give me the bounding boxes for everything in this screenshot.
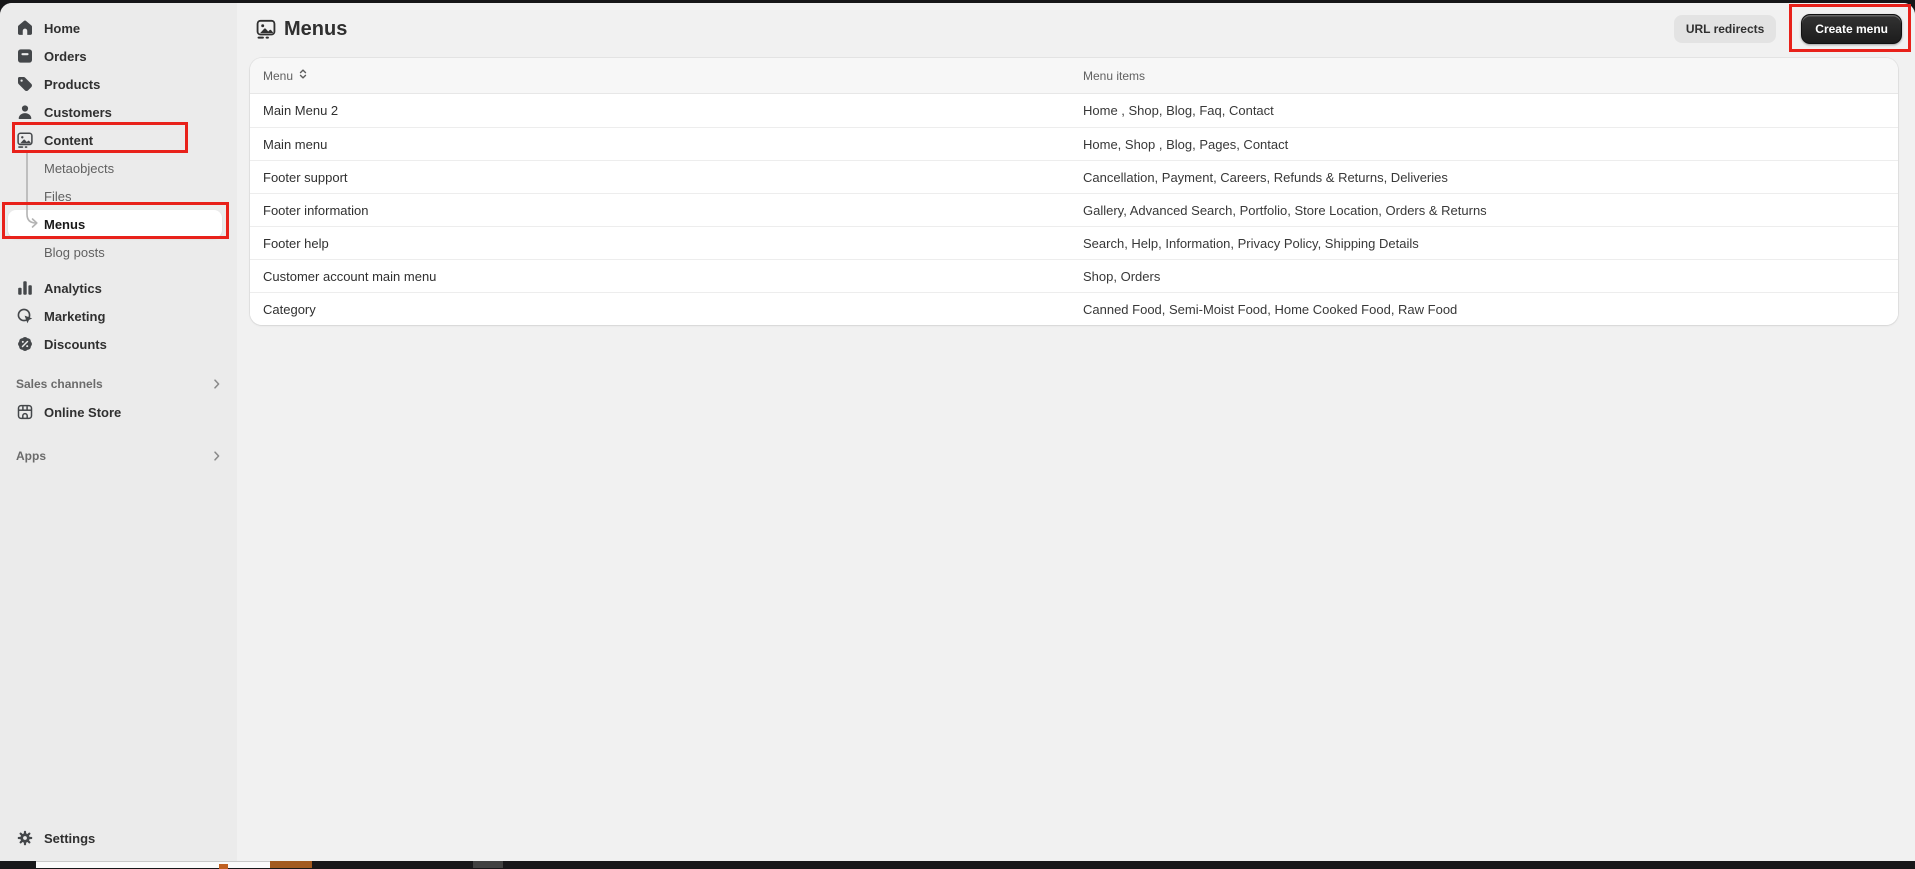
sidebar-item-discounts[interactable]: Discounts: [0, 330, 237, 358]
menu-items-cell: Canned Food, Semi-Moist Food, Home Cooke…: [1083, 302, 1898, 317]
menu-items-cell: Cancellation, Payment, Careers, Refunds …: [1083, 170, 1898, 185]
online-store-icon: [16, 403, 34, 421]
sidebar-item-label: Blog posts: [44, 245, 105, 260]
sidebar-item-blog-posts[interactable]: Blog posts: [0, 238, 237, 266]
sidebar-item-label: Settings: [44, 831, 95, 846]
sidebar-item-label: Marketing: [44, 309, 105, 324]
sidebar-item-label: Customers: [44, 105, 112, 120]
section-label-text: Sales channels: [16, 377, 103, 391]
sidebar: Home Orders Products Customers: [0, 3, 237, 861]
sidebar-item-label: Menus: [44, 217, 85, 232]
sidebar-item-home[interactable]: Home: [0, 14, 237, 42]
sidebar-section-apps[interactable]: Apps: [0, 442, 237, 470]
bottom-window-edge: [0, 861, 1915, 868]
sidebar-item-label: Home: [44, 21, 80, 36]
column-header-menu[interactable]: Menu: [263, 66, 1083, 85]
menu-name-cell[interactable]: Main Menu 2: [263, 103, 1083, 118]
menu-items-cell: Home , Shop, Blog, Faq, Contact: [1083, 103, 1898, 118]
table-row[interactable]: Category Canned Food, Semi-Moist Food, H…: [250, 292, 1898, 325]
gear-icon: [16, 829, 34, 847]
menu-items-cell: Gallery, Advanced Search, Portfolio, Sto…: [1083, 203, 1898, 218]
sidebar-item-marketing[interactable]: Marketing: [0, 302, 237, 330]
chevron-right-icon: [209, 448, 225, 464]
home-icon: [16, 19, 34, 37]
sidebar-item-metaobjects[interactable]: Metaobjects: [0, 154, 237, 182]
sidebar-item-analytics[interactable]: Analytics: [0, 274, 237, 302]
menu-items-cell: Shop, Orders: [1083, 269, 1898, 284]
menu-name-cell[interactable]: Main menu: [263, 137, 1083, 152]
sidebar-item-menus[interactable]: Menus: [8, 210, 222, 238]
menu-items-cell: Home, Shop , Blog, Pages, Contact: [1083, 137, 1898, 152]
table-row[interactable]: Main Menu 2 Home , Shop, Blog, Faq, Cont…: [250, 94, 1898, 127]
table-row[interactable]: Main menu Home, Shop , Blog, Pages, Cont…: [250, 127, 1898, 160]
sidebar-item-label: Analytics: [44, 281, 102, 296]
header-actions: URL redirects Create menu: [1674, 14, 1902, 44]
content-icon: [255, 18, 277, 40]
sidebar-item-online-store[interactable]: Online Store: [0, 398, 237, 426]
url-redirects-button[interactable]: URL redirects: [1674, 15, 1776, 43]
column-header-label: Menu: [263, 69, 293, 83]
sidebar-item-orders[interactable]: Orders: [0, 42, 237, 70]
sidebar-item-label: Orders: [44, 49, 87, 64]
orders-icon: [16, 47, 34, 65]
bottom-edge-light-segment: [36, 861, 270, 868]
main-content: Menus URL redirects Create menu Menu Men…: [237, 3, 1915, 861]
sort-icon: [295, 66, 311, 85]
sidebar-section-sales-channels[interactable]: Sales channels: [0, 370, 237, 398]
page-header: Menus URL redirects Create menu: [237, 3, 1915, 55]
sidebar-item-label: Content: [44, 133, 93, 148]
chevron-right-icon: [209, 376, 225, 392]
menu-name-cell[interactable]: Footer help: [263, 236, 1083, 251]
app-shell: Home Orders Products Customers: [0, 3, 1915, 861]
sidebar-item-content[interactable]: Content: [0, 126, 237, 154]
table-row[interactable]: Customer account main menu Shop, Orders: [250, 259, 1898, 292]
sidebar-item-label: Files: [44, 189, 71, 204]
discounts-icon: [16, 335, 34, 353]
sidebar-item-settings[interactable]: Settings: [0, 824, 237, 852]
sidebar-item-label: Discounts: [44, 337, 107, 352]
content-icon: [16, 131, 34, 149]
bottom-edge-orange-tick: [219, 864, 228, 869]
sidebar-item-label: Products: [44, 77, 100, 92]
menu-items-cell: Search, Help, Information, Privacy Polic…: [1083, 236, 1898, 251]
table-row[interactable]: Footer help Search, Help, Information, P…: [250, 226, 1898, 259]
column-header-menu-items: Menu items: [1083, 69, 1898, 83]
section-label-text: Apps: [16, 449, 46, 463]
shopify-admin-page: Home Orders Products Customers: [0, 0, 1915, 868]
customers-icon: [16, 103, 34, 121]
analytics-icon: [16, 279, 34, 297]
bottom-edge-gray-segment: [473, 861, 503, 868]
page-title: Menus: [255, 18, 347, 41]
sidebar-item-files[interactable]: Files: [0, 182, 237, 210]
table-row[interactable]: Footer support Cancellation, Payment, Ca…: [250, 160, 1898, 193]
menus-table-card: Menu Menu items Main Menu 2 Home , Shop,…: [250, 58, 1898, 325]
sidebar-item-label: Metaobjects: [44, 161, 114, 176]
menu-name-cell[interactable]: Footer support: [263, 170, 1083, 185]
marketing-icon: [16, 307, 34, 325]
sidebar-item-products[interactable]: Products: [0, 70, 237, 98]
menu-name-cell[interactable]: Customer account main menu: [263, 269, 1083, 284]
sidebar-item-customers[interactable]: Customers: [0, 98, 237, 126]
sidebar-item-label: Online Store: [44, 405, 121, 420]
bottom-edge-orange-segment: [270, 861, 312, 868]
menu-name-cell[interactable]: Footer information: [263, 203, 1083, 218]
table-header-row: Menu Menu items: [250, 58, 1898, 94]
page-title-text: Menus: [284, 18, 347, 41]
create-menu-button[interactable]: Create menu: [1801, 14, 1902, 44]
menu-name-cell[interactable]: Category: [263, 302, 1083, 317]
products-icon: [16, 75, 34, 93]
table-row[interactable]: Footer information Gallery, Advanced Sea…: [250, 193, 1898, 226]
